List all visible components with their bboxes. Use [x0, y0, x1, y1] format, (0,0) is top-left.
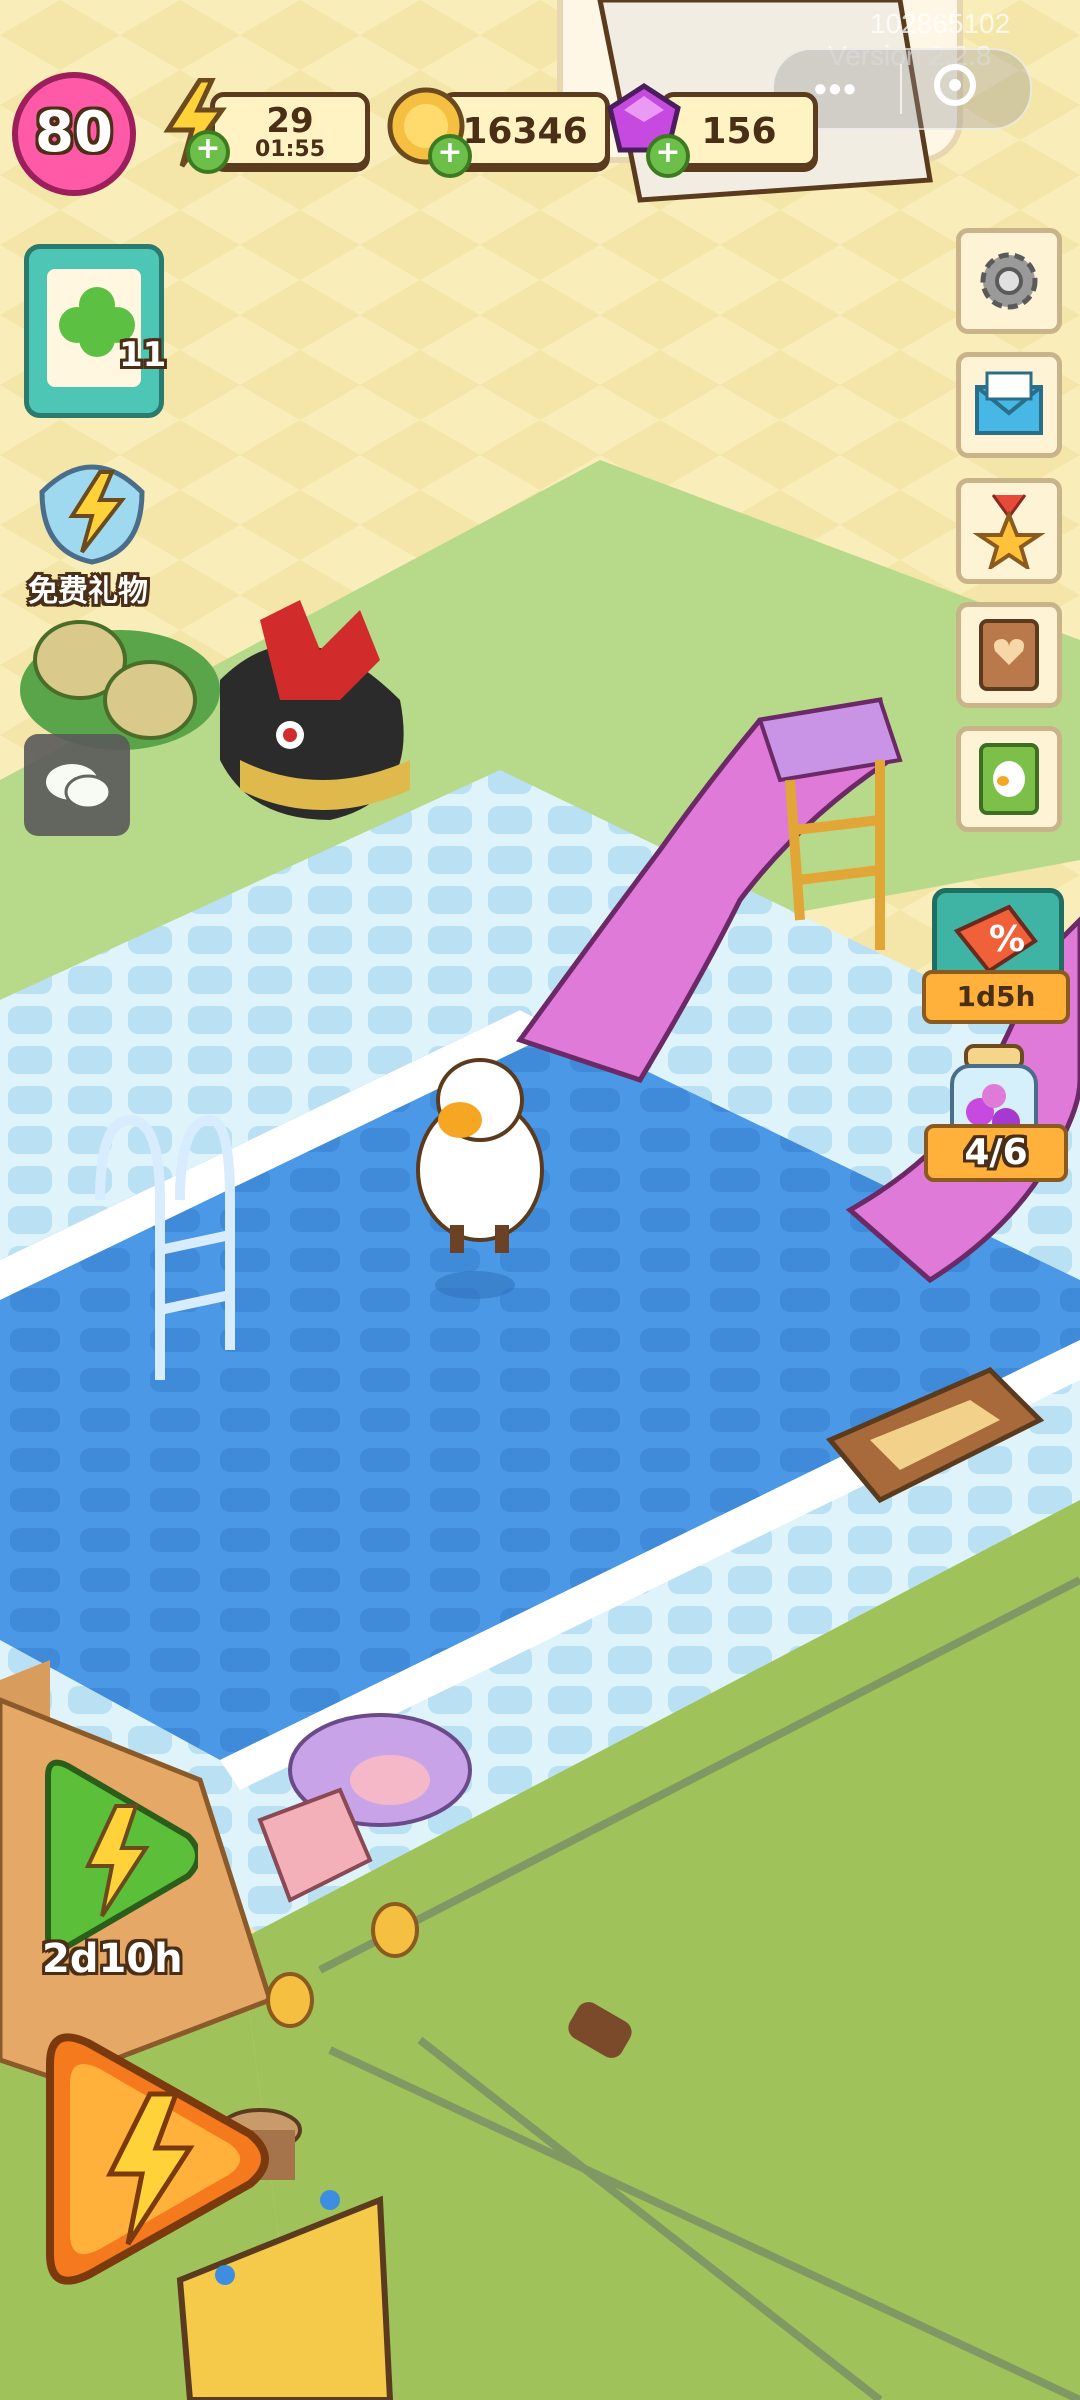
close-miniprogram-button[interactable] — [934, 64, 976, 106]
task-clipboard-button[interactable]: 11 — [24, 244, 167, 418]
chat-button[interactable] — [24, 734, 130, 836]
energy-count: 29 — [266, 101, 314, 141]
bird-book-icon — [979, 743, 1039, 815]
medal-star-icon — [973, 494, 1045, 569]
task-count: 11 — [119, 335, 167, 375]
jar-progress-text: 4/6 — [964, 1132, 1028, 1173]
energy-counter[interactable]: 29 01:55 — [210, 92, 370, 168]
gear-icon — [980, 252, 1038, 310]
collection-book-button[interactable] — [956, 602, 1062, 708]
achievements-button[interactable] — [956, 478, 1062, 584]
add-coins-button[interactable]: + — [428, 134, 472, 178]
level-badge[interactable]: 80 — [12, 72, 136, 196]
add-energy-button[interactable]: + — [186, 130, 230, 174]
sale-timer-badge: 1d5h — [922, 970, 1070, 1024]
bird-book-button[interactable] — [956, 726, 1062, 832]
event-lightning-button[interactable] — [28, 1756, 198, 1956]
svg-text:%: % — [989, 919, 1025, 960]
main-play-lightning-button[interactable] — [20, 2024, 270, 2294]
mail-icon — [975, 371, 1043, 435]
add-gems-button[interactable]: + — [646, 134, 690, 178]
free-gift-label[interactable]: 免费礼物 — [28, 566, 148, 610]
event-timer: 2d10h — [42, 1936, 183, 1982]
player-id-overlay: 102865102 — [870, 8, 1011, 39]
settings-button[interactable] — [956, 228, 1062, 334]
capsule-divider — [900, 64, 902, 114]
energy-timer: 01:55 — [254, 137, 326, 162]
mail-button[interactable] — [956, 352, 1062, 458]
level-number: 80 — [35, 100, 113, 165]
jar-progress-badge: 4/6 — [924, 1124, 1068, 1182]
chat-bubble-icon — [46, 764, 112, 810]
heart-book-icon — [979, 619, 1039, 691]
gift-trophy-icon[interactable] — [22, 452, 162, 572]
target-icon — [949, 79, 961, 91]
more-menu-button[interactable]: ••• — [814, 68, 858, 110]
discount-tag-icon: % — [953, 904, 1038, 974]
